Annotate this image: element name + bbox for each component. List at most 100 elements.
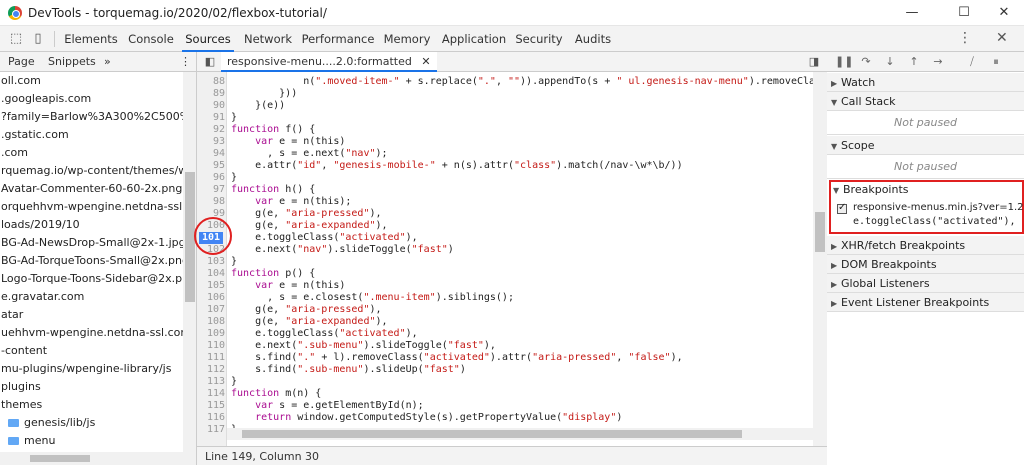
line-number[interactable]: 114 (197, 388, 225, 400)
line-number[interactable]: 115 (197, 400, 225, 412)
dom-breakpoints-section[interactable]: ▶ DOM Breakpoints (827, 255, 1024, 274)
tree-item[interactable]: themes (0, 396, 183, 414)
line-number[interactable]: 117 (197, 424, 225, 436)
tree-item[interactable]: mu-plugins/wpengine-library/js (0, 360, 183, 378)
tree-item[interactable]: BG-Ad-TorqueToons-Small@2x.png (0, 252, 183, 270)
tree-item[interactable]: .com (0, 144, 183, 162)
line-number[interactable]: 112 (197, 364, 225, 376)
line-gutter[interactable]: 88 89 90 91 92 93 94 95 96 97 98 99 100 101 102 103 104 1… (197, 72, 227, 446)
tree-item[interactable]: BG-Ad-NewsDrop-Small@2x-1.jpg (0, 234, 183, 252)
editor-file-tab[interactable]: responsive-menu....2.0:formatted ✕ (221, 52, 437, 72)
xhr-breakpoints-section[interactable]: ▶ XHR/fetch Breakpoints (827, 236, 1024, 255)
tree-item[interactable]: orquehhvm-wpengine.netdna-ssl.com (0, 198, 183, 216)
line-number[interactable]: 103 (197, 256, 225, 268)
tab-performance[interactable]: Performance (300, 26, 376, 52)
tree-item[interactable]: ?family=Barlow%3A300%2C500%2C600 (0, 108, 183, 126)
maximize-button[interactable]: ☐ (944, 2, 984, 24)
tree-item[interactable]: plugins (0, 378, 183, 396)
step-into-icon[interactable]: ↓ (883, 55, 897, 69)
editor-hscrollbar[interactable] (227, 428, 813, 440)
tab-snippets[interactable]: Snippets (48, 55, 96, 68)
tree-item[interactable]: rquemag.io/wp-content/themes/wpeng (0, 162, 183, 180)
line-number[interactable]: 108 (197, 316, 225, 328)
line-number[interactable]: 89 (197, 88, 225, 100)
step-over-icon[interactable]: ↷ (859, 55, 873, 69)
tree-item[interactable]: -content (0, 342, 183, 360)
inspect-element-icon[interactable]: ⬚ (8, 31, 24, 47)
tree-item[interactable]: uehhvm-wpengine.netdna-ssl.com (0, 324, 183, 342)
pause-icon[interactable]: ❚❚ (835, 55, 853, 69)
line-number[interactable]: 107 (197, 304, 225, 316)
line-number[interactable]: 94 (197, 148, 225, 160)
code-content[interactable]: n(".moved-item-" + s.replace(".", "")).a… (231, 72, 813, 446)
scope-section[interactable]: ▼ Scope Not paused (827, 136, 1024, 179)
device-toolbar-icon[interactable]: ▯ (30, 31, 46, 47)
line-number[interactable]: 95 (197, 160, 225, 172)
line-number[interactable]: 100 (197, 220, 225, 232)
tree-item[interactable]: genesis/lib/js (0, 414, 183, 432)
line-number[interactable]: 113 (197, 376, 225, 388)
more-tabs-icon[interactable]: » (104, 55, 111, 68)
tree-item[interactable]: Logo-Torque-Toons-Sidebar@2x.png (0, 270, 183, 288)
line-number[interactable]: 106 (197, 292, 225, 304)
tree-item[interactable]: .gstatic.com (0, 126, 183, 144)
close-window-button[interactable]: ✕ (984, 2, 1024, 24)
line-number[interactable]: 104 (197, 268, 225, 280)
line-number[interactable]: 91 (197, 112, 225, 124)
step-out-icon[interactable]: ↑ (907, 55, 921, 69)
minimize-button[interactable]: — (892, 2, 932, 24)
close-devtools-icon[interactable]: ✕ (996, 30, 1008, 46)
pause-on-exceptions-icon[interactable]: ⏸ (989, 55, 1003, 69)
tab-audits[interactable]: Audits (570, 26, 616, 52)
line-number[interactable]: 97 (197, 184, 225, 196)
step-icon[interactable]: → (931, 55, 945, 69)
tab-memory[interactable]: Memory (380, 26, 434, 52)
close-tab-icon[interactable]: ✕ (421, 55, 430, 68)
global-listeners-section[interactable]: ▶ Global Listeners (827, 274, 1024, 293)
line-number[interactable]: 93 (197, 136, 225, 148)
call-stack-section[interactable]: ▼ Call Stack Not paused (827, 92, 1024, 135)
code-line: var e = n(this); (255, 196, 352, 207)
scope-status: Not paused (827, 155, 1024, 179)
line-number[interactable]: 102 (197, 244, 225, 256)
tab-application[interactable]: Application (438, 26, 510, 52)
tab-console[interactable]: Console (124, 26, 178, 52)
event-listener-breakpoints-section[interactable]: ▶ Event Listener Breakpoints (827, 293, 1024, 312)
navigator-hscrollbar[interactable] (0, 452, 183, 465)
line-number[interactable]: 96 (197, 172, 225, 184)
toggle-navigator-icon[interactable]: ◧ (203, 55, 217, 69)
line-number[interactable]: 92 (197, 124, 225, 136)
tree-item[interactable]: atar (0, 306, 183, 324)
tab-network[interactable]: Network (240, 26, 296, 52)
breakpoint-line-number[interactable]: 101 (199, 232, 223, 244)
tab-security[interactable]: Security (512, 26, 566, 52)
editor-vscrollbar[interactable] (813, 72, 827, 446)
tree-item[interactable]: menu (0, 432, 183, 450)
tree-item[interactable]: e.gravatar.com (0, 288, 183, 306)
line-number[interactable]: 116 (197, 412, 225, 424)
line-number[interactable]: 88 (197, 76, 225, 88)
line-number[interactable]: 90 (197, 100, 225, 112)
line-number[interactable]: 109 (197, 328, 225, 340)
tree-item[interactable]: loads/2019/10 (0, 216, 183, 234)
tree-item[interactable]: Avatar-Commenter-60-60-2x.png?ssl=1 (0, 180, 183, 198)
line-number[interactable]: 110 (197, 340, 225, 352)
watch-section[interactable]: ▶ Watch (827, 73, 1024, 92)
tab-sources[interactable]: Sources (182, 26, 234, 52)
more-options-icon[interactable]: ⋮ (958, 30, 972, 46)
line-number[interactable]: 98 (197, 196, 225, 208)
tab-page[interactable]: Page (8, 55, 35, 68)
tree-item[interactable]: .googleapis.com (0, 90, 183, 108)
breakpoints-section[interactable]: ▼Breakpoints responsive-menus.min.js?ver… (829, 180, 1024, 234)
breakpoint-checkbox[interactable] (837, 202, 847, 214)
navigator-menu-icon[interactable]: ⋮ (180, 55, 191, 68)
line-number[interactable]: 99 (197, 208, 225, 220)
deactivate-breakpoints-icon[interactable]: ⧸ (965, 55, 979, 69)
tab-elements[interactable]: Elements (62, 26, 120, 52)
line-number[interactable]: 111 (197, 352, 225, 364)
navigator-scrollbar[interactable] (183, 72, 196, 465)
line-number[interactable]: 105 (197, 280, 225, 292)
toggle-debugger-icon[interactable]: ◨ (807, 55, 821, 69)
xhr-breakpoints-label: XHR/fetch Breakpoints (841, 239, 966, 252)
tree-item[interactable]: oll.com (0, 72, 183, 90)
